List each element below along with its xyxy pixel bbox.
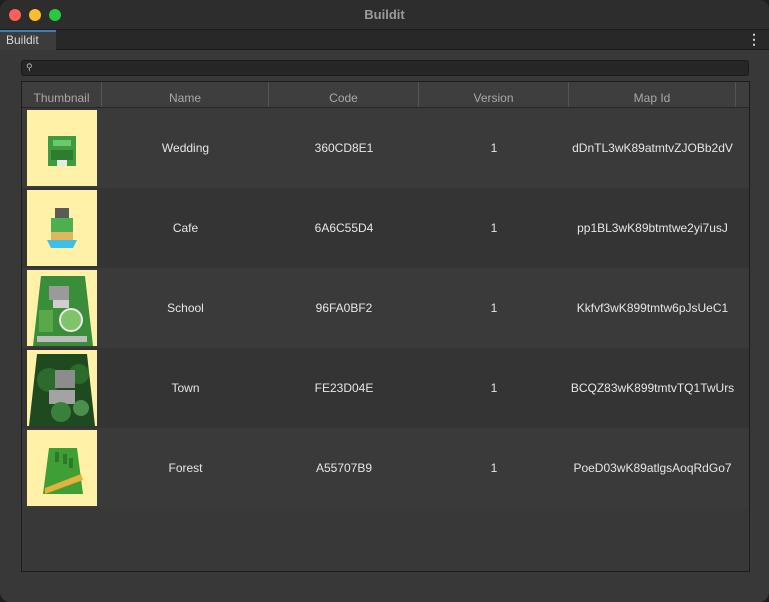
more-options-icon[interactable]: ⋮ [747,32,761,46]
row-map-id: pp1BL3wK89btmtwe2yi7usJ [577,221,728,235]
row-map-id: Kkfvf3wK899tmtw6pJsUeC1 [576,301,729,315]
column-header-name[interactable]: Name [102,82,269,107]
table-row[interactable]: Cafe 6A6C55D4 1 pp1BL3wK89btmtwe2yi7usJ [22,188,749,268]
forest-thumbnail [27,430,97,506]
tab-bar: Buildit ⋮ [0,30,769,50]
table-row[interactable]: School 96FA0BF2 1 Kkfvf3wK899tmtw6pJsUeC… [22,268,749,348]
row-version: 1 [490,221,498,235]
row-name: Cafe [172,221,199,235]
row-name: Forest [168,461,203,475]
school-thumbnail [27,270,97,346]
row-version: 1 [490,381,498,395]
table-header: Thumbnail Name Code Version Map Id [22,82,749,108]
row-code: 96FA0BF2 [315,301,373,315]
search-input[interactable]: ⚲ [21,60,749,76]
column-header-code[interactable]: Code [269,82,419,107]
row-code: A55707B9 [315,461,373,475]
row-map-id: PoeD03wK89atlgsAoqRdGo7 [573,461,732,475]
search-icon: ⚲ [26,62,33,72]
wedding-thumbnail [27,110,97,186]
row-version: 1 [490,141,498,155]
column-header-version[interactable]: Version [419,82,569,107]
tab-buildit[interactable]: Buildit [0,30,56,50]
cafe-thumbnail [27,190,97,266]
row-map-id: BCQZ83wK899tmtvTQ1TwUrs [570,381,735,395]
row-map-id: dDnTL3wK89atmtvZJOBb2dV [572,141,733,155]
table-row[interactable]: Town FE23D04E 1 BCQZ83wK899tmtvTQ1TwUrs [22,348,749,428]
table-row[interactable]: Forest A55707B9 1 PoeD03wK89atlgsAoqRdGo… [22,428,749,508]
buildit-window: Buildit Buildit ⋮ ⚲ Thumbnail Name Code … [0,0,769,602]
table-row[interactable]: Wedding 360CD8E1 1 dDnTL3wK89atmtvZJOBb2… [22,108,749,188]
maps-table: Thumbnail Name Code Version Map Id Weddi… [21,81,750,572]
row-code: 6A6C55D4 [314,221,374,235]
column-header-thumbnail[interactable]: Thumbnail [22,82,102,107]
row-name: Town [171,381,200,395]
row-version: 1 [490,461,498,475]
row-name: School [167,301,204,315]
row-version: 1 [490,301,498,315]
row-name: Wedding [161,141,210,155]
title-bar: Buildit [0,0,769,30]
row-code: FE23D04E [314,381,374,395]
window-title: Buildit [364,7,405,22]
row-code: 360CD8E1 [314,141,374,155]
column-header-map-id[interactable]: Map Id [569,82,736,107]
town-thumbnail [27,350,97,426]
